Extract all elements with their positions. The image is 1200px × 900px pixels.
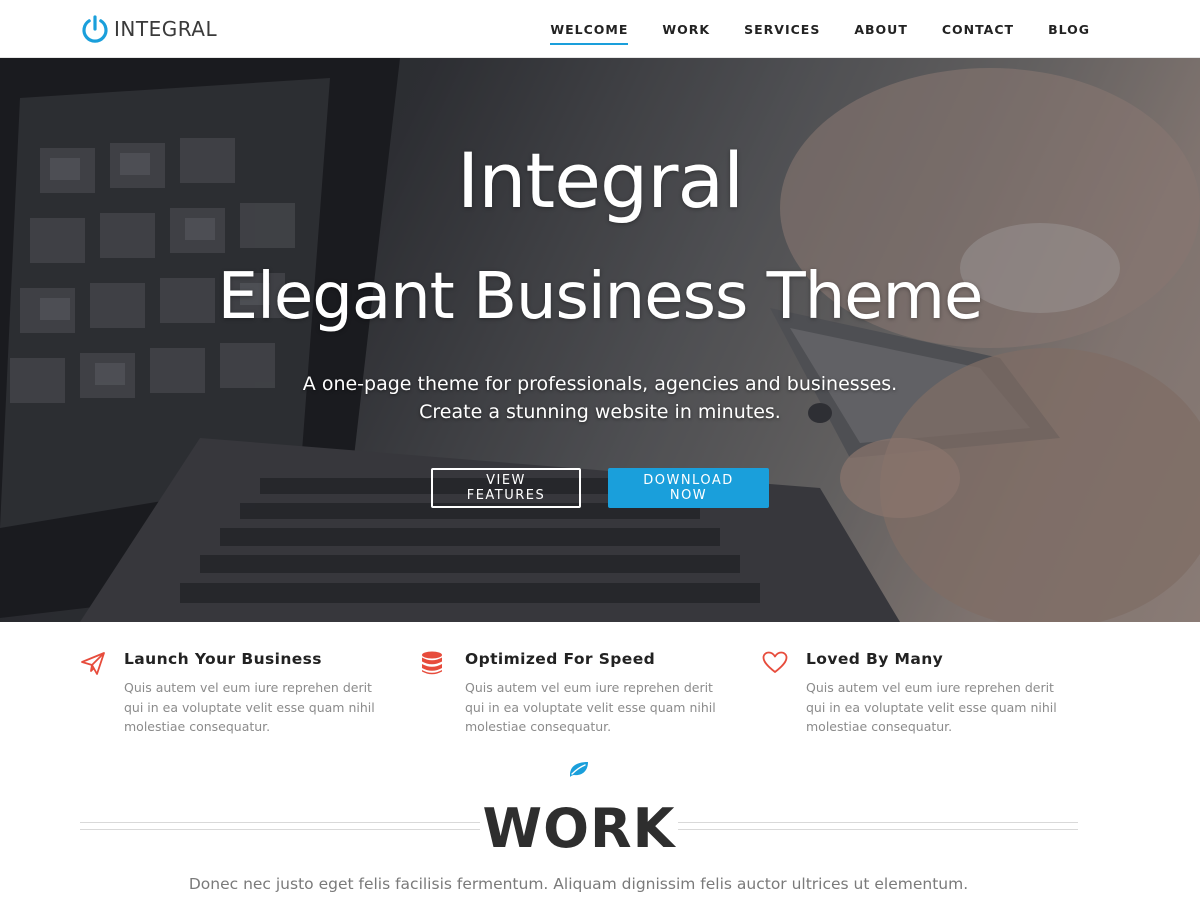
view-features-button[interactable]: VIEW FEATURES — [431, 468, 581, 508]
hero-tagline: Elegant Business Theme — [217, 260, 984, 334]
heart-icon — [762, 651, 788, 673]
site-name: INTEGRAL — [114, 17, 218, 41]
main-nav: WELCOME WORK SERVICES ABOUT CONTACT BLOG — [516, 0, 1090, 58]
feature-text: Quis autem vel eum iure reprehen derit q… — [806, 680, 1057, 734]
features-section: Launch Your Business Quis autem vel eum … — [0, 622, 1200, 752]
feature-title: Optimized For Speed — [465, 650, 656, 668]
nav-item-services[interactable]: SERVICES — [744, 16, 820, 43]
nav-item-contact[interactable]: CONTACT — [942, 16, 1014, 43]
hero-buttons: VIEW FEATURES DOWNLOAD NOW — [0, 468, 1200, 508]
hero-content: Integral Elegant Business Theme A one-pa… — [0, 58, 1200, 622]
hero-subtitle-line-1: A one-page theme for professionals, agen… — [302, 373, 898, 395]
hero-subtitle: A one-page theme for professionals, agen… — [0, 370, 1200, 426]
feature-title: Launch Your Business — [124, 650, 322, 668]
feature-text: Quis autem vel eum iure reprehen derit q… — [465, 680, 716, 734]
hero-title: Integral — [456, 136, 744, 225]
hero-subtitle-line-2: Create a stunning website in minutes. — [419, 401, 781, 423]
leaf-icon — [570, 762, 588, 777]
nav-item-blog[interactable]: BLOG — [1048, 16, 1090, 43]
nav-item-work[interactable]: WORK — [662, 16, 710, 43]
work-title: WORK — [482, 797, 676, 860]
site-logo[interactable]: INTEGRAL — [80, 12, 217, 46]
top-navbar: INTEGRAL WELCOME WORK SERVICES ABOUT CON… — [0, 0, 1200, 58]
paper-plane-icon — [81, 652, 105, 675]
nav-item-about[interactable]: ABOUT — [854, 16, 908, 43]
feature-text: Quis autem vel eum iure reprehen derit q… — [124, 680, 375, 734]
database-icon — [422, 651, 442, 675]
work-title-rule-left — [80, 822, 480, 830]
power-icon — [82, 15, 108, 43]
download-now-button[interactable]: DOWNLOAD NOW — [608, 468, 769, 508]
work-subtitle: Donec nec justo eget felis facilisis fer… — [188, 875, 969, 893]
nav-item-welcome[interactable]: WELCOME — [550, 16, 629, 45]
work-title-rule-right — [678, 822, 1078, 830]
feature-title: Loved By Many — [806, 650, 944, 668]
hero-section: Integral Elegant Business Theme A one-pa… — [0, 58, 1200, 622]
